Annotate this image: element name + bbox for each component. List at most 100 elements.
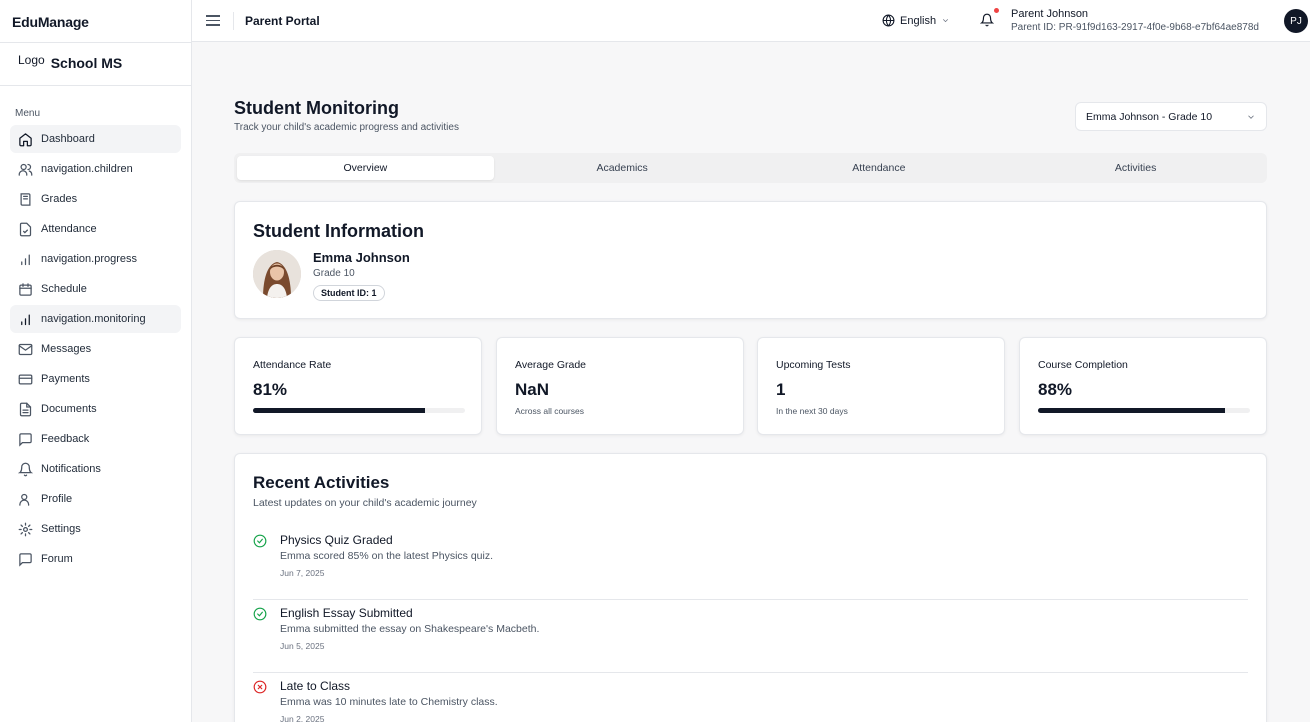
user-info: Parent Johnson Parent ID: PR-91f9d163-29… — [1011, 7, 1259, 35]
sidebar-item-label: Feedback — [41, 433, 90, 445]
stat-card-course-completion: Course Completion 88% — [1019, 337, 1267, 435]
calendar-icon — [19, 282, 32, 296]
stat-label: Course Completion — [1038, 359, 1128, 371]
student-photo — [253, 250, 301, 298]
sidebar-item-forum[interactable]: Forum — [10, 545, 181, 573]
tab-attendance[interactable]: Attendance — [751, 156, 1008, 180]
sidebar-item-label: Payments — [41, 373, 90, 385]
sidebar-nav: Dashboard navigation.children Grades Att… — [0, 125, 191, 573]
stat-label: Average Grade — [515, 359, 587, 371]
language-label: English — [900, 14, 937, 27]
activity-description: Emma was 10 minutes late to Chemistry cl… — [280, 696, 498, 708]
stat-label: Upcoming Tests — [776, 359, 851, 371]
sidebar-item-payments[interactable]: Payments — [10, 365, 181, 393]
activity-title: Physics Quiz Graded — [280, 533, 393, 547]
student-select-value: Emma Johnson - Grade 10 — [1086, 110, 1213, 123]
menu-label: Menu — [15, 108, 41, 119]
activity-description: Emma scored 85% on the latest Physics qu… — [280, 550, 494, 562]
users-icon — [18, 163, 33, 176]
notification-dot — [994, 8, 999, 13]
book-icon — [20, 192, 31, 206]
stat-value: NaN — [515, 380, 550, 399]
stat-note: Across all courses — [515, 406, 584, 416]
bar-chart-icon — [21, 314, 30, 325]
chevron-down-icon — [1248, 114, 1254, 119]
menu-toggle-icon[interactable] — [206, 14, 220, 28]
clipboard-check-icon — [19, 222, 32, 236]
sidebar-item-settings[interactable]: Settings — [10, 515, 181, 543]
sidebar-item-label: navigation.progress — [41, 253, 138, 265]
sidebar-item-label: Forum — [41, 553, 73, 565]
gear-icon — [18, 522, 33, 536]
tab-academics[interactable]: Academics — [494, 156, 751, 180]
header-divider — [233, 11, 234, 30]
check-circle-icon — [253, 534, 267, 548]
bell-icon — [979, 13, 995, 27]
progress-bar — [1038, 408, 1250, 413]
message-square-icon — [19, 432, 32, 447]
mail-icon — [18, 343, 33, 355]
sidebar-item-label: Grades — [41, 193, 78, 205]
sidebar-item-label: Settings — [41, 523, 81, 535]
student-grade: Grade 10 — [313, 268, 355, 279]
tab-activities[interactable]: Activities — [1007, 156, 1264, 180]
user-icon — [19, 493, 30, 506]
sidebar-item-messages[interactable]: Messages — [10, 335, 181, 363]
sidebar-item-monitoring[interactable]: navigation.monitoring — [10, 305, 181, 333]
sidebar-item-progress[interactable]: navigation.progress — [10, 245, 181, 273]
sidebar-item-label: Attendance — [41, 223, 97, 235]
page-subtitle: Track your child's academic progress and… — [234, 122, 459, 133]
school-logo: Logo — [18, 53, 45, 67]
recent-activities-card: Recent Activities Latest updates on your… — [234, 453, 1267, 722]
stat-label: Attendance Rate — [253, 359, 332, 371]
sidebar-item-profile[interactable]: Profile — [10, 485, 181, 513]
sidebar-item-label: Documents — [41, 403, 97, 415]
tab-bar: Overview Academics Attendance Activities — [234, 153, 1267, 183]
progress-fill — [1038, 408, 1225, 413]
sidebar-item-schedule[interactable]: Schedule — [10, 275, 181, 303]
brand-name: EduManage — [0, 0, 191, 43]
top-header: Parent Portal English Parent Johnson Par… — [192, 0, 1310, 42]
stat-value: 1 — [776, 380, 786, 399]
sidebar-item-label: Messages — [41, 343, 92, 355]
activity-item: Physics Quiz Graded Emma scored 85% on t… — [253, 527, 1248, 600]
activity-date: Jun 2, 2025 — [280, 714, 325, 722]
notifications-button[interactable] — [979, 8, 999, 28]
sidebar-item-notifications[interactable]: Notifications — [10, 455, 181, 483]
x-circle-icon — [253, 680, 267, 694]
student-info-card: Student Information Emma Johnson Grade 1… — [234, 201, 1267, 319]
sidebar-item-label: Schedule — [41, 283, 87, 295]
language-selector[interactable]: English — [882, 14, 950, 27]
sidebar-item-documents[interactable]: Documents — [10, 395, 181, 423]
tab-overview[interactable]: Overview — [237, 156, 494, 180]
sidebar-item-grades[interactable]: Grades — [10, 185, 181, 213]
message-square-icon — [19, 552, 32, 567]
stat-card-attendance: Attendance Rate 81% — [234, 337, 482, 435]
check-circle-icon — [253, 607, 267, 621]
student-info-title: Student Information — [253, 221, 424, 241]
student-id-badge: Student ID: 1 — [313, 285, 385, 301]
school-name: School MS — [50, 55, 123, 71]
stat-value: 81% — [253, 380, 288, 399]
sidebar-item-label: Notifications — [41, 463, 101, 475]
sidebar-item-feedback[interactable]: Feedback — [10, 425, 181, 453]
page-title: Student Monitoring — [234, 98, 399, 118]
activities-subtitle: Latest updates on your child's academic … — [253, 497, 477, 509]
sidebar-item-children[interactable]: navigation.children — [10, 155, 181, 183]
home-icon — [19, 132, 32, 146]
activity-date: Jun 7, 2025 — [280, 568, 325, 578]
sidebar-item-dashboard[interactable]: Dashboard — [10, 125, 181, 153]
user-name: Parent Johnson — [1011, 8, 1089, 20]
student-name: Emma Johnson — [313, 250, 410, 265]
student-select[interactable]: Emma Johnson - Grade 10 — [1075, 102, 1267, 131]
sidebar-item-label: navigation.children — [41, 163, 133, 175]
stat-card-upcoming-tests: Upcoming Tests 1 In the next 30 days — [757, 337, 1005, 435]
avatar[interactable]: PJ — [1284, 9, 1308, 33]
user-id: Parent ID: PR-91f9d163-2917-4f0e-9b68-e7… — [1011, 22, 1259, 33]
sidebar-item-label: Dashboard — [41, 133, 95, 145]
portal-title: Parent Portal — [245, 13, 320, 28]
school-header: Logo School MS — [0, 43, 191, 86]
activity-title: English Essay Submitted — [280, 606, 413, 620]
sidebar-item-attendance[interactable]: Attendance — [10, 215, 181, 243]
stat-card-average-grade: Average Grade NaN Across all courses — [496, 337, 744, 435]
